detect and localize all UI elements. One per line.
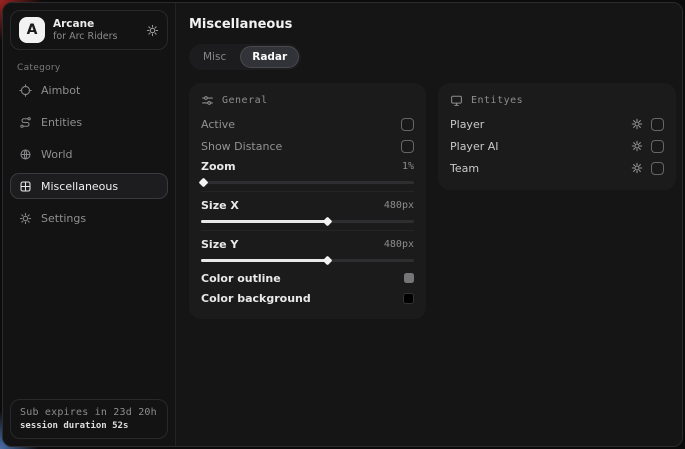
setting-row-size-y: Size Y 480px [201, 230, 414, 265]
setting-row-color-outline: Color outline [201, 268, 414, 288]
app-logo: A [19, 17, 45, 43]
session-duration-text: session duration 52s [20, 421, 158, 431]
sidebar-item-label: Settings [41, 212, 86, 225]
route-icon [19, 116, 32, 129]
tab-radar[interactable]: Radar [240, 46, 299, 68]
general-panel-header: General [201, 94, 414, 107]
setting-row-show-distance: Show Distance [201, 135, 414, 157]
size-y-slider[interactable] [201, 255, 414, 265]
sidebar-nav: Aimbot Entities World [3, 77, 175, 231]
account-gear-icon[interactable] [146, 24, 159, 37]
setting-row-active: Active [201, 113, 414, 135]
entity-row-player-ai: Player AI [450, 135, 664, 157]
team-settings-gear-icon[interactable] [631, 162, 643, 174]
entities-panel-header: Entityes [450, 94, 664, 107]
entity-label: Player [450, 118, 484, 131]
sidebar-item-aimbot[interactable]: Aimbot [10, 77, 168, 103]
setting-label: Zoom [201, 160, 236, 173]
logo-card: A Arcane for Arc Riders [10, 10, 168, 50]
entities-panel: Entityes Player P [438, 83, 676, 190]
color-background-swatch[interactable] [403, 293, 414, 304]
panels-row: General Active Show Distance Zoom 1% [189, 83, 676, 319]
page-title: Miscellaneous [189, 17, 676, 32]
slider-thumb[interactable] [322, 217, 332, 227]
size-x-value: 480px [384, 200, 414, 211]
subscription-info: Sub expires in 23d 20h session duration … [10, 399, 168, 439]
app-window: A Arcane for Arc Riders Category [2, 2, 683, 447]
zoom-value: 1% [402, 161, 414, 172]
setting-row-size-x: Size X 480px [201, 191, 414, 226]
slider-track [201, 181, 414, 184]
setting-label: Color background [201, 292, 311, 305]
entity-row-player: Player [450, 113, 664, 135]
player-ai-settings-gear-icon[interactable] [631, 140, 643, 152]
entity-label: Team [450, 162, 479, 175]
setting-label: Size Y [201, 238, 238, 251]
slider-thumb[interactable] [199, 178, 209, 188]
general-panel-title: General [222, 95, 268, 106]
sidebar-item-entities[interactable]: Entities [10, 109, 168, 135]
crosshair-icon [19, 84, 32, 97]
gear-icon [19, 212, 32, 225]
sidebar: A Arcane for Arc Riders Category [3, 3, 176, 446]
grid-icon [19, 180, 32, 193]
sidebar-item-label: Miscellaneous [41, 180, 118, 193]
show-distance-checkbox[interactable] [401, 140, 414, 153]
player-checkbox[interactable] [651, 118, 664, 131]
setting-row-color-background: Color background [201, 288, 414, 308]
app-subtitle: for Arc Riders [53, 31, 138, 42]
slider-fill [201, 220, 327, 223]
setting-label: Size X [201, 199, 239, 212]
sub-expiry-text: Sub expires in 23d 20h [20, 407, 158, 418]
entity-label: Player AI [450, 140, 499, 153]
sidebar-item-world[interactable]: World [10, 141, 168, 167]
app-title: Arcane [53, 18, 138, 31]
size-y-value: 480px [384, 239, 414, 250]
globe-icon [19, 148, 32, 161]
player-settings-gear-icon[interactable] [631, 118, 643, 130]
tab-misc[interactable]: Misc [191, 46, 238, 68]
color-outline-swatch[interactable] [404, 273, 414, 283]
team-checkbox[interactable] [651, 162, 664, 175]
entity-row-team: Team [450, 157, 664, 179]
slider-fill [201, 259, 327, 262]
setting-row-zoom: Zoom 1% [201, 157, 414, 187]
size-x-slider[interactable] [201, 216, 414, 226]
general-panel: General Active Show Distance Zoom 1% [189, 83, 426, 319]
sidebar-item-miscellaneous[interactable]: Miscellaneous [10, 173, 168, 199]
category-label: Category [17, 63, 175, 73]
logo-text: Arcane for Arc Riders [53, 18, 138, 42]
setting-label: Show Distance [201, 140, 282, 153]
sidebar-item-label: World [41, 148, 73, 161]
zoom-slider[interactable] [201, 177, 414, 187]
tab-bar: Misc Radar [189, 44, 301, 70]
slider-thumb[interactable] [322, 256, 332, 266]
sidebar-item-label: Aimbot [41, 84, 80, 97]
active-checkbox[interactable] [401, 118, 414, 131]
setting-label: Color outline [201, 272, 281, 285]
setting-label: Active [201, 118, 235, 131]
sidebar-item-label: Entities [41, 116, 82, 129]
main-content: Miscellaneous Misc Radar General Active [176, 3, 683, 446]
monitor-icon [450, 94, 463, 107]
entities-panel-title: Entityes [471, 95, 523, 106]
player-ai-checkbox[interactable] [651, 140, 664, 153]
sidebar-item-settings[interactable]: Settings [10, 205, 168, 231]
sliders-icon [201, 94, 214, 107]
